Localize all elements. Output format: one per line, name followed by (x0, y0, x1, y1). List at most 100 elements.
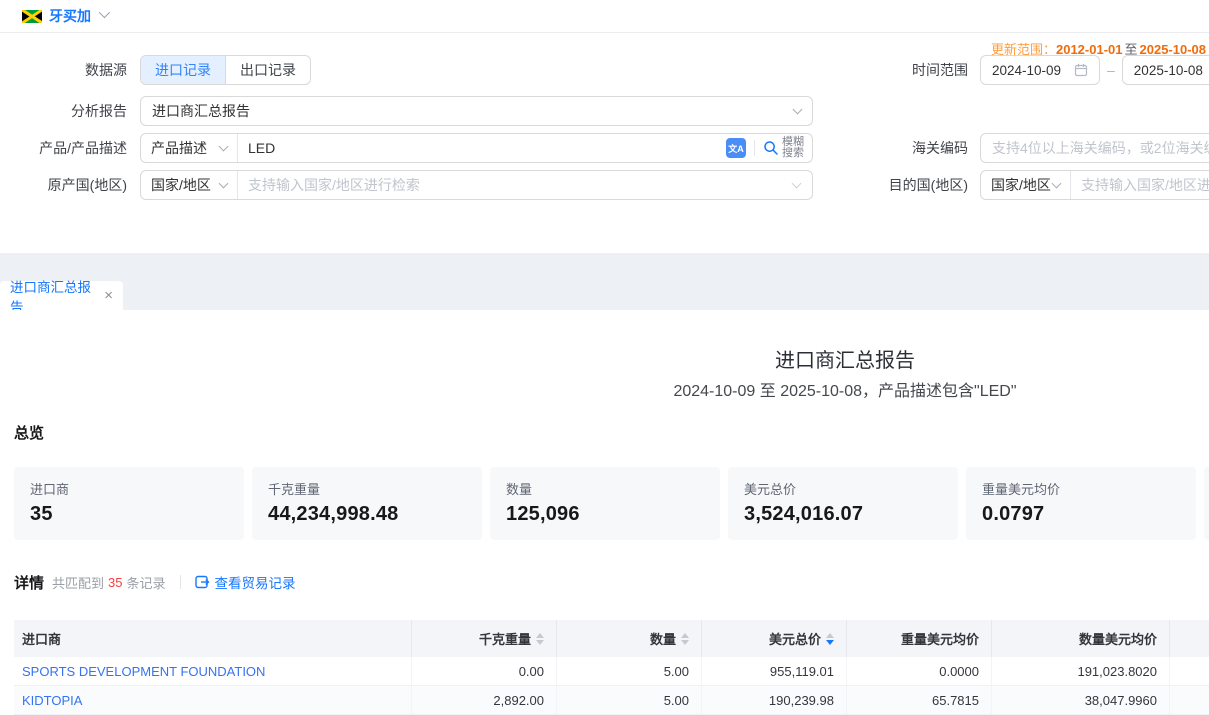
product-combo: 产品描述 LED 文A 模糊搜索 (140, 133, 813, 163)
card-value: 44,234,998.48 (268, 503, 466, 526)
table-header-cell[interactable]: 美元总价 (702, 620, 847, 657)
report-select-label: 分析报告 (0, 101, 127, 121)
view-records-icon (195, 575, 210, 589)
destination-input[interactable]: 支持输入国家/地区进行检索 (1071, 175, 1209, 195)
match-suffix: 条记录 (127, 573, 166, 592)
table-cell-filler (1170, 686, 1209, 714)
table-cell: 191,023.8020 (992, 657, 1170, 685)
overview-cards: 进口商 35 千克重量 44,234,998.48 数量 125,096 美元总… (14, 467, 1209, 540)
time-range-label: 时间范围 (870, 60, 968, 80)
report-select-value: 进口商汇总报告 (152, 101, 250, 121)
product-field-select[interactable]: 产品描述 (141, 134, 238, 162)
table-row: SPORTS DEVELOPMENT FOUNDATION0.005.00955… (14, 657, 1209, 686)
table-body: SPORTS DEVELOPMENT FOUNDATION0.005.00955… (14, 657, 1209, 715)
divider (754, 140, 755, 156)
overview-heading: 总览 (14, 422, 44, 443)
data-source-label: 数据源 (0, 60, 127, 80)
fuzzy-search-label: 模糊搜索 (782, 137, 804, 159)
table-cell: 65.7815 (847, 686, 992, 714)
data-source-toggle: 进口记录 出口记录 (140, 55, 311, 85)
hs-code-input[interactable]: 支持4位以上海关编码，或2位海关编码加上 (980, 133, 1209, 163)
close-icon[interactable]: × (104, 288, 113, 303)
overview-card: 重量美元均价 0.0797 (966, 467, 1196, 540)
importer-link[interactable]: SPORTS DEVELOPMENT FOUNDATION (14, 657, 412, 685)
table-cell: 955,119.01 (702, 657, 847, 685)
overview-card (1204, 467, 1209, 540)
importers-table: 进口商 千克重量 数量 美元总价 重量美元均价 数量美元均价 SPORTS DE… (14, 620, 1209, 715)
table-header-filler (1170, 620, 1209, 657)
fuzzy-search-button[interactable]: 模糊搜索 (763, 137, 804, 159)
column-label: 重量美元均价 (901, 629, 979, 648)
column-label: 数量 (650, 629, 676, 648)
table-cell: 190,239.98 (702, 686, 847, 714)
importer-link[interactable]: KIDTOPIA (14, 686, 412, 714)
end-date-value: 2025-10-08 (1134, 63, 1203, 78)
top-bar: 牙买加 (0, 0, 1209, 33)
match-count: 35 (108, 575, 122, 590)
destination-combo: 国家/地区 支持输入国家/地区进行检索 (980, 170, 1209, 200)
tab-band: 进口商汇总报告 × (0, 253, 1209, 310)
end-date-input[interactable]: 2025-10-08 (1122, 55, 1209, 85)
destination-field-value: 国家/地区 (991, 175, 1051, 195)
sort-carets-icon[interactable] (681, 633, 689, 645)
divider (180, 575, 181, 589)
origin-label: 原产国(地区) (0, 175, 127, 195)
column-label: 进口商 (22, 629, 61, 648)
product-label: 产品/产品描述 (0, 138, 127, 158)
table-header-cell[interactable]: 千克重量 (412, 620, 557, 657)
origin-field-value: 国家/地区 (151, 175, 211, 195)
table-header-cell[interactable]: 数量 (557, 620, 702, 657)
sort-carets-icon[interactable] (826, 633, 834, 645)
view-link-label: 查看贸易记录 (215, 572, 296, 592)
chevron-down-icon (219, 178, 229, 188)
chevron-down-icon (793, 104, 803, 114)
report-select[interactable]: 进口商汇总报告 (140, 96, 813, 126)
hs-code-label: 海关编码 (870, 138, 968, 158)
card-label: 重量美元均价 (982, 479, 1180, 498)
tab-export-records[interactable]: 出口记录 (225, 56, 310, 84)
detail-heading: 详情 (14, 572, 44, 593)
match-prefix: 共匹配到 (52, 573, 104, 592)
table-cell: 2,892.00 (412, 686, 557, 714)
chevron-down-icon (1052, 178, 1062, 188)
table-cell: 0.00 (412, 657, 557, 685)
overview-card: 数量 125,096 (490, 467, 720, 540)
table-cell: 5.00 (557, 686, 702, 714)
tab-import-records[interactable]: 进口记录 (141, 56, 225, 84)
search-icon (763, 140, 779, 156)
card-value: 35 (30, 503, 228, 526)
table-header-cell[interactable]: 进口商 (14, 620, 412, 657)
overview-card: 进口商 35 (14, 467, 244, 540)
card-value: 125,096 (506, 503, 704, 526)
origin-field-select[interactable]: 国家/地区 (141, 171, 238, 199)
product-description-input[interactable]: LED (238, 140, 726, 156)
app-screen: 牙买加 更新范围：2012-01-01至2025-10-08 数据源 进口记录 … (0, 0, 1209, 715)
table-cell: 38,047.9960 (992, 686, 1170, 714)
table-header-cell[interactable]: 数量美元均价 (992, 620, 1170, 657)
origin-combo: 国家/地区 支持输入国家/地区进行检索 (140, 170, 813, 200)
translate-icon[interactable]: 文A (726, 138, 746, 158)
destination-field-select[interactable]: 国家/地区 (981, 171, 1071, 199)
overview-card: 千克重量 44,234,998.48 (252, 467, 482, 540)
chevron-down-icon (99, 7, 110, 18)
table-cell-filler (1170, 657, 1209, 685)
card-value: 3,524,016.07 (744, 503, 942, 526)
column-label: 千克重量 (479, 629, 531, 648)
sort-carets-icon[interactable] (536, 633, 544, 645)
product-field-value: 产品描述 (151, 138, 207, 158)
card-label: 美元总价 (744, 479, 942, 498)
view-trade-records-link[interactable]: 查看贸易记录 (195, 572, 296, 592)
origin-input[interactable]: 支持输入国家/地区进行检索 (238, 175, 793, 195)
column-label: 美元总价 (769, 629, 821, 648)
start-date-input[interactable]: 2024-10-09 (980, 55, 1100, 85)
card-label: 千克重量 (268, 479, 466, 498)
filter-panel: 更新范围：2012-01-01至2025-10-08 数据源 进口记录 出口记录… (0, 34, 1209, 253)
report-subtitle: 2024-10-09 至 2025-10-08，产品描述包含"LED" (0, 377, 1209, 401)
table-header-cell[interactable]: 重量美元均价 (847, 620, 992, 657)
table-row: KIDTOPIA2,892.005.00190,239.9865.781538,… (14, 686, 1209, 715)
country-selector[interactable]: 牙买加 (49, 6, 91, 26)
destination-label: 目的国(地区) (870, 175, 968, 195)
detail-bar: 详情 共匹配到 35 条记录 查看贸易记录 (14, 572, 296, 592)
tab-importer-summary-report[interactable]: 进口商汇总报告 × (0, 281, 123, 310)
chevron-down-icon (792, 178, 802, 188)
